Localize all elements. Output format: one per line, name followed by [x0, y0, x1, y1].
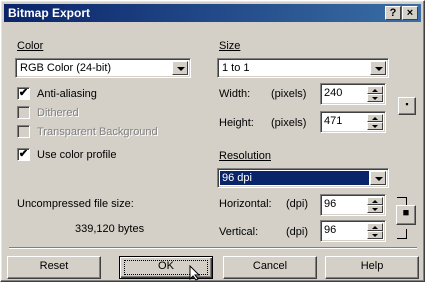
help-button[interactable]: Help: [325, 256, 419, 279]
help-title-button[interactable]: ?: [385, 6, 401, 20]
reset-button[interactable]: Reset: [7, 256, 101, 279]
antialiasing-checkbox[interactable]: ✔: [17, 87, 30, 100]
color-mode-value: RGB Color (24-bit): [20, 62, 112, 74]
use-color-profile-label: Use color profile: [37, 149, 117, 161]
chevron-down-icon[interactable]: [370, 61, 386, 75]
size-select[interactable]: 1 to 1: [217, 58, 389, 78]
vertical-units-label: (dpi): [286, 226, 309, 238]
resolution-value: 96 dpi: [220, 171, 369, 185]
spin-up-icon[interactable]: [367, 197, 383, 205]
button-separator: [9, 247, 417, 249]
height-value: 471: [324, 115, 343, 127]
dithered-checkbox: [17, 106, 30, 119]
resolution-select[interactable]: 96 dpi: [217, 168, 389, 188]
title-bar[interactable]: Bitmap Export ? ×: [4, 4, 421, 22]
dialog-title: Bitmap Export: [8, 6, 91, 20]
width-spinner[interactable]: 240: [320, 83, 386, 105]
height-spinner[interactable]: 471: [320, 111, 386, 133]
horizontal-label: Horizontal:: [219, 198, 272, 210]
width-label: Width:: [219, 88, 251, 100]
vertical-dpi-value: 96: [324, 224, 337, 236]
spin-down-icon[interactable]: [367, 122, 383, 130]
use-color-profile-checkbox[interactable]: ✔: [17, 148, 30, 161]
link-bracket-bottom: [397, 229, 407, 239]
close-button[interactable]: ×: [402, 6, 418, 20]
uncompressed-size-label: Uncompressed file size:: [17, 198, 134, 210]
size-label: Size: [219, 40, 241, 52]
height-label: Height:: [219, 117, 254, 129]
horizontal-dpi-value: 96: [324, 198, 337, 210]
resolution-lock-button[interactable]: ■: [396, 205, 416, 225]
lock-icon: ▪: [405, 99, 409, 109]
spin-down-icon[interactable]: [367, 205, 383, 213]
uncompressed-size-value: 339,120 bytes: [75, 223, 145, 235]
spin-up-icon[interactable]: [367, 114, 383, 122]
transparent-background-label: Transparent Background: [37, 126, 158, 138]
horizontal-dpi-spinner[interactable]: 96: [320, 194, 386, 216]
spin-up-icon[interactable]: [367, 223, 383, 231]
color-label: Color: [17, 40, 44, 52]
spin-down-icon[interactable]: [367, 94, 383, 102]
vertical-dpi-spinner[interactable]: 96: [320, 220, 386, 242]
transparent-background-checkbox: [17, 125, 30, 138]
width-units-label: (pixels): [271, 88, 307, 100]
vertical-label: Vertical:: [219, 226, 259, 238]
maintain-aspect-lock-button[interactable]: ▪: [398, 97, 416, 115]
size-value: 1 to 1: [222, 62, 250, 74]
spin-down-icon[interactable]: [367, 231, 383, 239]
antialiasing-label: Anti-aliasing: [37, 88, 97, 100]
resolution-label: Resolution: [219, 150, 271, 162]
color-mode-select[interactable]: RGB Color (24-bit): [15, 58, 191, 78]
horizontal-units-label: (dpi): [286, 198, 309, 210]
chevron-down-icon[interactable]: [172, 61, 188, 75]
cancel-button[interactable]: Cancel: [223, 256, 317, 279]
height-units-label: (pixels): [271, 117, 307, 129]
chevron-down-icon[interactable]: [370, 171, 386, 185]
spin-up-icon[interactable]: [367, 86, 383, 94]
dithered-label: Dithered: [37, 107, 79, 119]
mouse-cursor-icon: [189, 265, 201, 281]
bitmap-export-dialog: Bitmap Export ? × Color RGB Color (24-bi…: [0, 0, 425, 282]
lock-icon: ■: [402, 207, 410, 219]
width-value: 240: [324, 87, 343, 99]
